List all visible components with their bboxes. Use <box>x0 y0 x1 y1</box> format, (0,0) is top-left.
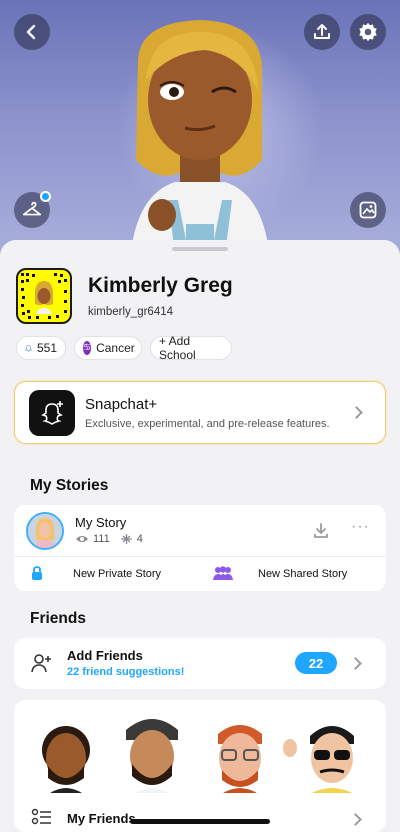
new-private-story-label: New Private Story <box>73 568 162 580</box>
gear-icon <box>359 22 377 42</box>
display-name: Kimberly Greg <box>88 274 233 297</box>
my-stories-title: My Stories <box>30 477 109 494</box>
more-icon[interactable]: ··· <box>351 518 370 536</box>
my-story-avatar[interactable] <box>26 512 64 550</box>
add-friend-icon <box>31 654 51 673</box>
share-button[interactable] <box>304 14 340 50</box>
snapchat-plus-card[interactable]: Snapchat+ Exclusive, experimental, and p… <box>14 381 386 444</box>
friends-bitmoji-card[interactable]: My Friends <box>14 700 386 832</box>
add-friends-title: Add Friends <box>67 648 143 663</box>
add-friends-card[interactable]: Add Friends 22 friend suggestions! 22 <box>14 638 386 689</box>
new-shared-story-button[interactable]: New Shared Story <box>200 557 386 591</box>
friends-title: Friends <box>30 610 86 627</box>
snapchat-plus-title: Snapchat+ <box>85 396 158 413</box>
settings-button[interactable] <box>350 14 386 50</box>
photo-button[interactable] <box>350 192 386 228</box>
eye-icon <box>76 536 88 542</box>
username: kimberly_gr6414 <box>88 306 174 318</box>
views-count: 111 <box>93 533 110 545</box>
group-icon <box>213 566 233 580</box>
add-school-chip[interactable]: + Add School <box>150 334 232 362</box>
snapcode[interactable] <box>16 268 72 324</box>
hanger-icon <box>22 201 42 216</box>
my-friends-label: My Friends <box>67 811 136 826</box>
download-icon[interactable] <box>312 522 330 540</box>
screenshots-count: 4 <box>136 533 143 545</box>
friend-suggestions-text: 22 friend suggestions! <box>67 666 185 678</box>
outfit-button[interactable] <box>14 191 51 228</box>
lock-icon <box>32 566 42 580</box>
bitmoji-avatar <box>130 20 270 262</box>
chevron-right-icon <box>349 657 362 670</box>
score-icon <box>25 344 32 352</box>
sheet-grabber[interactable] <box>172 247 228 251</box>
upload-icon <box>314 24 330 39</box>
add-school-label: + Add School <box>159 334 196 362</box>
suggestions-count-badge: 22 <box>295 652 337 674</box>
chevron-left-icon <box>26 24 36 40</box>
notification-dot <box>40 191 51 202</box>
bitmoji-hero <box>0 0 400 262</box>
friends-list-icon <box>31 808 51 825</box>
new-shared-story-label: New Shared Story <box>258 568 348 580</box>
screenshot-icon <box>120 534 132 544</box>
photo-icon <box>359 201 377 219</box>
back-button[interactable] <box>14 14 50 50</box>
story-stats: 111 4 <box>75 533 143 545</box>
score-value: 551 <box>36 341 57 355</box>
cancer-icon: ♋ <box>83 341 92 355</box>
snap-score-chip[interactable]: 551 <box>16 336 66 360</box>
snapchat-plus-icon <box>29 390 75 436</box>
my-story-title[interactable]: My Story <box>75 515 126 530</box>
zodiac-label: Cancer <box>96 341 135 355</box>
zodiac-chip[interactable]: ♋ Cancer <box>74 336 142 360</box>
new-private-story-button[interactable]: New Private Story <box>14 557 200 591</box>
home-indicator <box>130 819 270 824</box>
chevron-right-icon <box>350 406 363 419</box>
snapchat-plus-subtitle: Exclusive, experimental, and pre-release… <box>85 418 330 430</box>
my-stories-card: My Story 111 4 ··· New Private Story New… <box>14 505 386 591</box>
